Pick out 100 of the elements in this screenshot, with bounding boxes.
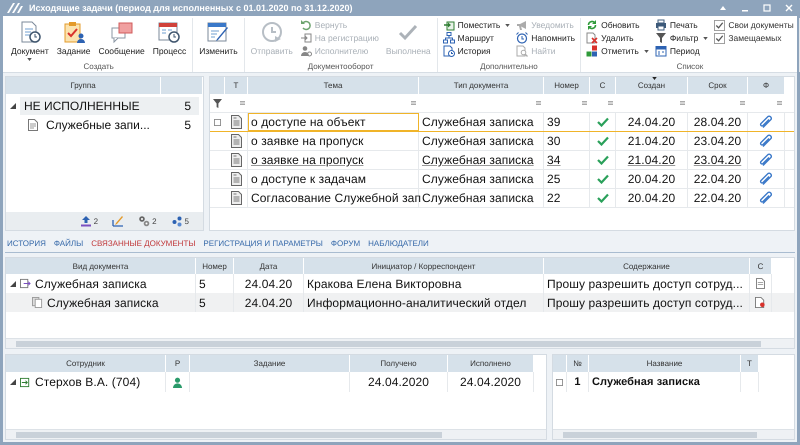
document-icon bbox=[230, 191, 242, 205]
filter-menu-icon[interactable] bbox=[740, 101, 745, 105]
table-row[interactable]: о заявке на пропуск Служебная записка 34 21.04.20 23.04.20 bbox=[210, 151, 794, 170]
ribbon-button[interactable]: Документ bbox=[8, 18, 52, 62]
tab[interactable]: НАБЛЮДАТЕЛИ bbox=[368, 235, 429, 251]
table-cell: 1 bbox=[567, 372, 589, 392]
filter-menu-icon[interactable] bbox=[608, 101, 613, 105]
paperclip-icon[interactable] bbox=[759, 115, 773, 129]
ribbon-button[interactable]: Поместить bbox=[440, 19, 512, 31]
table-row[interactable]: Согласование Служебной запСлужебная записка 22 20.04.20 22.04.20 bbox=[210, 189, 794, 208]
paperclip-icon[interactable] bbox=[759, 172, 773, 186]
filter-menu-icon[interactable] bbox=[536, 101, 541, 105]
column-header[interactable]: Номер bbox=[544, 77, 590, 94]
collapse-ribbon-icon[interactable] bbox=[719, 4, 727, 12]
column-header[interactable]: Вид документа bbox=[6, 258, 196, 274]
filter-menu-icon[interactable] bbox=[680, 101, 685, 105]
megaphone-icon bbox=[516, 19, 528, 31]
column-header[interactable]: Номер bbox=[196, 258, 234, 274]
app-logo-icon bbox=[7, 2, 23, 14]
column-header[interactable]: Получено bbox=[350, 355, 448, 372]
column-header[interactable]: Ф bbox=[748, 77, 785, 94]
ribbon-button[interactable]: Фильтр bbox=[652, 32, 710, 44]
task-arrow-icon bbox=[20, 376, 31, 388]
column-header[interactable]: Название bbox=[589, 355, 741, 372]
scrollbar[interactable] bbox=[563, 432, 758, 438]
column-header[interactable]: Тема bbox=[248, 77, 419, 94]
column-header[interactable]: Задание bbox=[190, 355, 350, 372]
column-header[interactable]: Исполнено bbox=[448, 355, 534, 372]
table-cell: 25 bbox=[544, 170, 590, 188]
checkbox-icon[interactable] bbox=[556, 378, 563, 386]
column-header[interactable]: Инициатор / Корреспондент bbox=[304, 258, 544, 274]
printer-icon bbox=[654, 19, 667, 31]
column-header[interactable]: Р bbox=[166, 355, 190, 372]
ribbon-checkbox[interactable]: Замещаемых bbox=[712, 32, 796, 44]
tree-toggle-icon[interactable] bbox=[10, 280, 16, 286]
column-header[interactable]: Т bbox=[741, 355, 759, 372]
tab[interactable]: ФОРУМ bbox=[330, 235, 360, 251]
column-header[interactable]: С bbox=[590, 77, 616, 94]
column-header[interactable]: Содержание bbox=[544, 258, 750, 274]
ribbon-button[interactable]: Напомнить bbox=[514, 32, 578, 44]
ribbon-button[interactable]: Изменить bbox=[196, 18, 241, 62]
ribbon-button[interactable]: Процесс bbox=[150, 18, 190, 62]
column-header[interactable]: С bbox=[750, 258, 772, 274]
tab[interactable]: РЕГИСТРАЦИЯ И ПАРАМЕТРЫ bbox=[203, 235, 323, 251]
table-row[interactable]: о доступе к задачам Служебная записка 25 20.04.20 22.04.20 bbox=[210, 170, 794, 189]
window-title: Исходящие задачи (период для исполненных с 01.01.2020 по 31.12.2020) bbox=[29, 3, 352, 13]
table-cell: 22 bbox=[544, 189, 590, 207]
paperclip-icon[interactable] bbox=[759, 191, 773, 205]
column-header[interactable]: Создан bbox=[616, 77, 688, 94]
close-icon[interactable] bbox=[785, 4, 793, 12]
ribbon-checkbox[interactable]: Свои документы bbox=[712, 19, 796, 31]
pencil-ruler-icon bbox=[112, 215, 124, 227]
ribbon-button[interactable]: Удалить bbox=[584, 32, 651, 44]
column-header[interactable]: Срок bbox=[688, 77, 748, 94]
filter-menu-icon[interactable] bbox=[411, 101, 416, 105]
ribbon-button[interactable]: История bbox=[440, 45, 512, 57]
table-row[interactable]: Стерхов В.А. (704) 24.04.2020 24.04.2020 bbox=[6, 372, 546, 392]
table-cell: Служебная записка bbox=[589, 372, 741, 392]
paperclip-icon[interactable] bbox=[759, 134, 773, 148]
ribbon-button[interactable]: Печать bbox=[652, 19, 710, 31]
document-icon bbox=[230, 134, 242, 148]
table-cell: 23.04.20 bbox=[688, 132, 748, 150]
column-header[interactable]: № bbox=[567, 355, 589, 372]
table-cell: Служебная записка bbox=[35, 276, 147, 290]
tab[interactable]: СВЯЗАННЫЕ ДОКУМЕНТЫ bbox=[91, 235, 196, 251]
scrollbar[interactable] bbox=[16, 432, 442, 438]
checkbox-icon[interactable] bbox=[214, 118, 221, 126]
arrow-in-icon bbox=[300, 32, 312, 44]
column-header[interactable]: Сотрудник bbox=[6, 355, 166, 372]
tab[interactable]: ФАЙЛЫ bbox=[54, 235, 84, 251]
ribbon-button[interactable]: Маршрут bbox=[440, 32, 512, 44]
paperclip-icon[interactable] bbox=[759, 153, 773, 167]
table-row[interactable]: Служебная записка 5 24.04.20 Информационно-аналитический отдел Прошу разрешить доступ сотруд... bbox=[6, 293, 794, 312]
toolbar-button[interactable]: 5 bbox=[170, 215, 189, 227]
column-header[interactable]: Т bbox=[225, 77, 248, 94]
tree-toggle-icon[interactable] bbox=[10, 102, 16, 108]
ribbon-button[interactable]: Отметить bbox=[584, 45, 651, 57]
ribbon-button[interactable]: Обновить bbox=[584, 19, 651, 31]
column-header[interactable]: Тип документа bbox=[419, 77, 544, 94]
tree-item[interactable]: НЕ ИСПОЛНЕННЫЕ 5 bbox=[20, 96, 199, 114]
document-icon bbox=[756, 278, 765, 289]
table-row[interactable]: о заявке на пропуск Служебная записка 30 21.04.20 23.04.20 bbox=[210, 132, 794, 151]
table-row[interactable]: 1 Служебная записка bbox=[553, 372, 794, 392]
column-header[interactable]: Дата bbox=[234, 258, 304, 274]
ribbon-button[interactable]: Период bbox=[652, 45, 710, 57]
scrollbar[interactable] bbox=[16, 340, 761, 346]
ribbon-button[interactable]: Сообщение bbox=[95, 18, 148, 62]
toolbar-button[interactable]: 2 bbox=[138, 215, 157, 227]
toolbar-button[interactable] bbox=[112, 215, 124, 227]
tree-item[interactable]: Служебные запи... 5 bbox=[42, 116, 199, 134]
document-search-icon bbox=[516, 45, 528, 57]
table-row[interactable]: о доступе на объект Служебная записка 39 24.04.20 28.04.20 bbox=[210, 113, 794, 132]
tab[interactable]: ИСТОРИЯ bbox=[7, 235, 46, 251]
maximize-icon[interactable] bbox=[763, 4, 771, 12]
filter-menu-icon[interactable] bbox=[582, 101, 587, 105]
filter-menu-icon[interactable] bbox=[240, 101, 245, 105]
toolbar-button[interactable]: 2 bbox=[80, 215, 98, 227]
tree-toggle-icon[interactable] bbox=[10, 379, 16, 385]
filter-menu-icon[interactable] bbox=[777, 101, 782, 105]
ribbon-button[interactable]: Задание bbox=[54, 18, 94, 62]
